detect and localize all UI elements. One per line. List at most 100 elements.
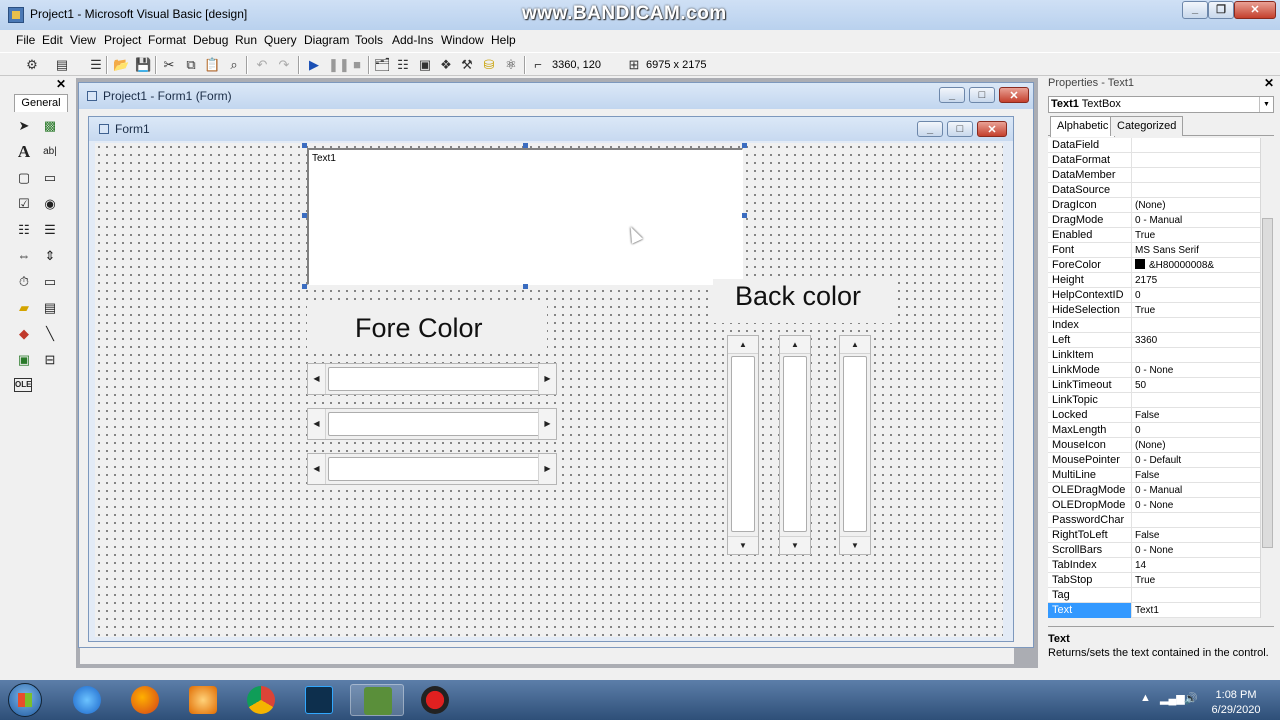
- property-name[interactable]: Enabled: [1048, 228, 1132, 243]
- menu-edit[interactable]: Edit: [42, 33, 63, 47]
- form-layout-icon[interactable]: ▣: [417, 57, 433, 73]
- property-name[interactable]: Text: [1048, 603, 1132, 618]
- property-name[interactable]: MousePointer: [1048, 453, 1132, 468]
- textbox-icon[interactable]: ab|: [40, 142, 60, 162]
- property-name[interactable]: TabIndex: [1048, 558, 1132, 573]
- text1-textbox[interactable]: Text1: [307, 148, 743, 285]
- property-row[interactable]: ScrollBars 0 - None: [1048, 543, 1260, 558]
- drivelistbox-icon[interactable]: ▭: [40, 272, 60, 292]
- property-value[interactable]: True: [1133, 573, 1260, 588]
- toolbox-icon[interactable]: ⚒: [459, 57, 475, 73]
- property-value[interactable]: [1133, 588, 1260, 603]
- menu-format[interactable]: Format: [148, 33, 186, 47]
- visual-basic-icon[interactable]: [350, 684, 404, 716]
- property-value[interactable]: 0 - None: [1133, 363, 1260, 378]
- property-row[interactable]: HideSelection True: [1048, 303, 1260, 318]
- property-value[interactable]: False: [1133, 408, 1260, 423]
- scroll-thumb[interactable]: [843, 356, 867, 532]
- property-value[interactable]: Text1: [1133, 603, 1260, 618]
- maximize-button[interactable]: ❐: [1208, 1, 1234, 19]
- add-form-icon[interactable]: ▤: [54, 57, 70, 73]
- image-icon[interactable]: ▣: [14, 350, 34, 370]
- property-value[interactable]: 0: [1133, 423, 1260, 438]
- property-row[interactable]: HelpContextID 0: [1048, 288, 1260, 303]
- property-value[interactable]: [1133, 138, 1260, 153]
- property-name[interactable]: DataSource: [1048, 183, 1132, 198]
- property-name[interactable]: OLEDragMode: [1048, 483, 1132, 498]
- property-row[interactable]: TabIndex 14: [1048, 558, 1260, 573]
- property-row[interactable]: MousePointer 0 - Default: [1048, 453, 1260, 468]
- copy-icon[interactable]: ⧉: [183, 57, 199, 73]
- close-button[interactable]: ✕: [1234, 1, 1276, 19]
- vb-app-icon[interactable]: [8, 7, 24, 23]
- property-row[interactable]: TabStop True: [1048, 573, 1260, 588]
- property-value[interactable]: 0 - Manual: [1133, 213, 1260, 228]
- property-name[interactable]: HelpContextID: [1048, 288, 1132, 303]
- properties-window-icon[interactable]: ☷: [395, 57, 411, 73]
- property-name[interactable]: HideSelection: [1048, 303, 1132, 318]
- scroll-right-icon[interactable]: ▶: [538, 409, 556, 439]
- property-name[interactable]: Tag: [1048, 588, 1132, 603]
- combobox-icon[interactable]: ☷: [14, 220, 34, 240]
- property-value[interactable]: False: [1133, 468, 1260, 483]
- back-red-vscrollbar[interactable]: ▲ ▼: [727, 335, 759, 555]
- listbox-icon[interactable]: ☰: [40, 220, 60, 240]
- dirlistbox-icon[interactable]: ▰: [14, 298, 34, 318]
- label-icon[interactable]: A: [14, 142, 34, 162]
- menu-tools[interactable]: Tools: [355, 33, 383, 47]
- property-row[interactable]: Left 3360: [1048, 333, 1260, 348]
- back-blue-vscrollbar[interactable]: ▲ ▼: [839, 335, 871, 555]
- minimize-button[interactable]: _: [1182, 1, 1208, 19]
- show-hidden-icons[interactable]: ▲: [1140, 692, 1151, 704]
- fore-color-label[interactable]: Fore Color: [307, 305, 547, 349]
- property-value[interactable]: 0: [1133, 288, 1260, 303]
- form-close-button[interactable]: ✕: [977, 121, 1007, 137]
- scroll-up-icon[interactable]: ▲: [840, 336, 870, 354]
- start-button[interactable]: [8, 683, 42, 717]
- property-name[interactable]: PasswordChar: [1048, 513, 1132, 528]
- scroll-left-icon[interactable]: ◀: [308, 409, 326, 439]
- menu-diagram[interactable]: Diagram: [304, 33, 349, 47]
- start-icon[interactable]: ▶: [306, 57, 322, 73]
- property-name[interactable]: Left: [1048, 333, 1132, 348]
- add-project-icon[interactable]: ⚙: [24, 57, 40, 73]
- checkbox-icon[interactable]: ☑: [14, 194, 34, 214]
- property-value[interactable]: [1133, 183, 1260, 198]
- tab-categorized[interactable]: Categorized: [1110, 116, 1184, 136]
- property-name[interactable]: Index: [1048, 318, 1132, 333]
- data-icon[interactable]: ⊟: [40, 350, 60, 370]
- project-close-button[interactable]: ✕: [999, 87, 1029, 103]
- form-maximize-button[interactable]: □: [947, 121, 973, 137]
- property-row[interactable]: Index: [1048, 318, 1260, 333]
- property-value[interactable]: (None): [1133, 198, 1260, 213]
- resize-handle[interactable]: [302, 143, 307, 148]
- filelistbox-icon[interactable]: ▤: [40, 298, 60, 318]
- property-name[interactable]: ForeColor: [1048, 258, 1132, 273]
- property-name[interactable]: LinkTimeout: [1048, 378, 1132, 393]
- scroll-down-icon[interactable]: ▼: [728, 536, 758, 554]
- firefox-icon[interactable]: [118, 684, 172, 716]
- scroll-thumb[interactable]: [328, 412, 540, 436]
- visual-component-manager-icon[interactable]: ⚛: [503, 57, 519, 73]
- undo-icon[interactable]: ↶: [254, 57, 270, 73]
- property-name[interactable]: LinkItem: [1048, 348, 1132, 363]
- property-value[interactable]: &H80000008&: [1133, 258, 1260, 273]
- property-row[interactable]: DragMode 0 - Manual: [1048, 213, 1260, 228]
- scroll-thumb[interactable]: [731, 356, 755, 532]
- menu-project[interactable]: Project: [104, 33, 141, 47]
- resize-handle[interactable]: [302, 213, 307, 218]
- object-selector[interactable]: Text1 TextBox ▼: [1048, 96, 1274, 113]
- menu-help[interactable]: Help: [491, 33, 516, 47]
- commandbutton-icon[interactable]: ▭: [40, 168, 60, 188]
- project-maximize-button[interactable]: □: [969, 87, 995, 103]
- menu-file[interactable]: File: [16, 33, 35, 47]
- scroll-left-icon[interactable]: ◀: [308, 364, 326, 394]
- internet-explorer-icon[interactable]: [60, 684, 114, 716]
- property-row[interactable]: MouseIcon (None): [1048, 438, 1260, 453]
- taskbar-clock[interactable]: 1:08 PM 6/29/2020: [1206, 688, 1266, 718]
- property-row[interactable]: DataFormat: [1048, 153, 1260, 168]
- frame-icon[interactable]: ▢: [14, 168, 34, 188]
- shape-icon[interactable]: ◆: [14, 324, 34, 344]
- property-name[interactable]: DragMode: [1048, 213, 1132, 228]
- property-name[interactable]: RightToLeft: [1048, 528, 1132, 543]
